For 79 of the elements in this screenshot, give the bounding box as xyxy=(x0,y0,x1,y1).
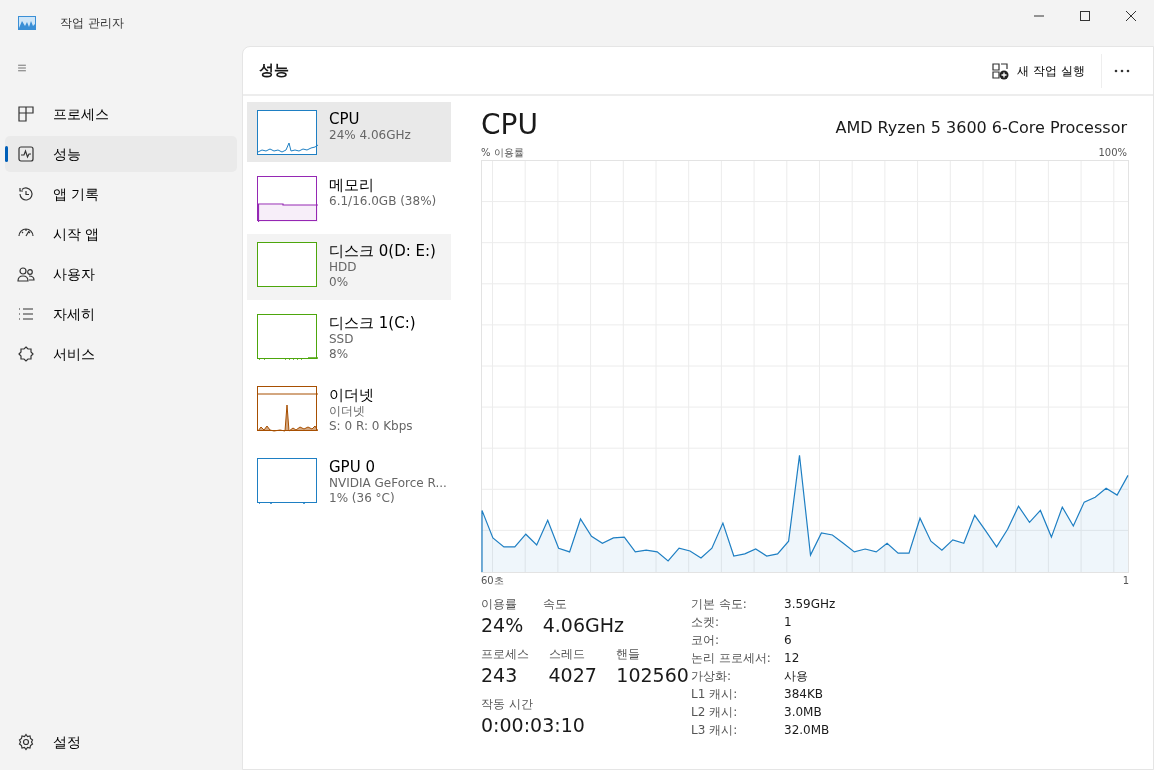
device-name: GPU 0 xyxy=(329,458,376,476)
device-detail: 6.1/16.0GB (38%) xyxy=(329,194,437,209)
more-icon xyxy=(1113,69,1130,73)
window-title: 작업 관리자 xyxy=(60,15,124,32)
device-detail: 0% xyxy=(329,275,350,290)
property-label: 소켓: xyxy=(691,613,721,631)
property-label: 가상화: xyxy=(691,667,733,685)
stat-label: 작동 시간 xyxy=(481,695,534,713)
device-item[interactable]: GPU 0 NVIDIA GeForce R... 1% (36 °C) xyxy=(247,450,451,516)
property-value: 3.0MB xyxy=(784,703,822,721)
device-item[interactable]: 디스크 0(D: E:) HDD 0% xyxy=(247,234,451,300)
device-detail: 1% (36 °C) xyxy=(329,491,396,506)
device-detail: NVIDIA GeForce R... xyxy=(329,476,447,491)
nav-item[interactable]: 프로세스 xyxy=(5,96,237,132)
settings-button[interactable]: 설정 xyxy=(5,724,237,760)
device-name: 디스크 0(D: E:) xyxy=(329,242,436,260)
property-value: 32.0MB xyxy=(784,721,830,739)
nav-item[interactable]: 시작 앱 xyxy=(5,216,237,252)
stat-value: 24% xyxy=(481,612,524,637)
nav-item[interactable]: 자세히 xyxy=(5,296,237,332)
device-name: CPU xyxy=(329,110,361,128)
stat-label: 프로세스 xyxy=(481,645,529,663)
property-label: L3 캐시: xyxy=(691,721,739,739)
device-name: 메모리 xyxy=(329,176,375,194)
device-detail: 이더넷 xyxy=(329,404,366,419)
property-value: 6 xyxy=(784,631,792,649)
nav-item[interactable]: 사용자 xyxy=(5,256,237,292)
property-value: 384KB xyxy=(784,685,823,703)
processor-name: AMD Ryzen 5 3600 6-Core Processor xyxy=(835,117,1127,139)
device-item[interactable]: CPU 24% 4.06GHz xyxy=(247,102,451,162)
minimize-icon xyxy=(1034,15,1044,17)
nav-item[interactable]: 성능 xyxy=(5,136,237,172)
nav-item[interactable]: 앱 기록 xyxy=(5,176,237,212)
axis-label: 60초 xyxy=(481,574,504,589)
axis-label: 1 xyxy=(1122,574,1129,589)
stat-value: 4027 xyxy=(548,662,597,687)
stat-label: 핸들 xyxy=(616,645,642,663)
gear-icon xyxy=(17,733,35,751)
page-title: 성능 xyxy=(259,60,289,82)
stat-value: 102560 xyxy=(616,662,689,687)
device-item[interactable]: 메모리 6.1/16.0GB (38%) xyxy=(247,168,451,228)
stat-label: 이용률 xyxy=(481,595,518,613)
property-value: 12 xyxy=(784,649,800,667)
grid-icon xyxy=(17,105,35,123)
maximize-icon xyxy=(1080,11,1090,21)
device-name: 디스크 1(C:) xyxy=(329,314,416,332)
list-icon xyxy=(17,305,35,323)
pulse-chart-icon xyxy=(17,145,35,163)
property-value: 사용 xyxy=(784,667,808,685)
property-label: L1 캐시: xyxy=(691,685,739,703)
property-label: 논리 프로세서: xyxy=(691,649,772,667)
users-icon xyxy=(17,265,35,283)
device-name: 이더넷 xyxy=(329,386,375,404)
property-label: 기본 속도: xyxy=(691,595,748,613)
axis-label: % 이용률 xyxy=(481,146,524,161)
device-detail: SSD xyxy=(329,332,355,347)
axis-label: 100% xyxy=(1098,146,1127,161)
new-task-button[interactable]: 새 작업 실행 xyxy=(983,55,1093,86)
device-detail: 8% xyxy=(329,347,350,362)
stat-label: 스레드 xyxy=(548,645,586,663)
stat-value: 0:00:03:10 xyxy=(481,712,585,737)
device-item[interactable]: 디스크 1(C:) SSD 8% xyxy=(247,306,451,372)
device-detail: 24% 4.06GHz xyxy=(329,128,411,143)
property-value: 1 xyxy=(784,613,792,631)
close-icon xyxy=(1126,11,1136,21)
property-label: L2 캐시: xyxy=(691,703,739,721)
device-item[interactable]: 이더넷 이더넷 S: 0 R: 0 Kbps xyxy=(247,378,451,444)
nav-item[interactable]: 서비스 xyxy=(5,336,237,372)
stat-value: 4.06GHz xyxy=(542,612,625,637)
stat-label: 속도 xyxy=(542,595,568,613)
app-icon xyxy=(18,16,36,30)
device-title: CPU xyxy=(481,108,538,142)
history-clock-icon xyxy=(17,185,35,203)
device-detail: S: 0 R: 0 Kbps xyxy=(329,419,413,434)
property-label: 코어: xyxy=(691,631,721,649)
device-detail: HDD xyxy=(329,260,358,275)
property-value: 3.59GHz xyxy=(784,595,836,613)
add-window-icon xyxy=(991,61,1010,80)
stat-value: 243 xyxy=(481,662,519,687)
